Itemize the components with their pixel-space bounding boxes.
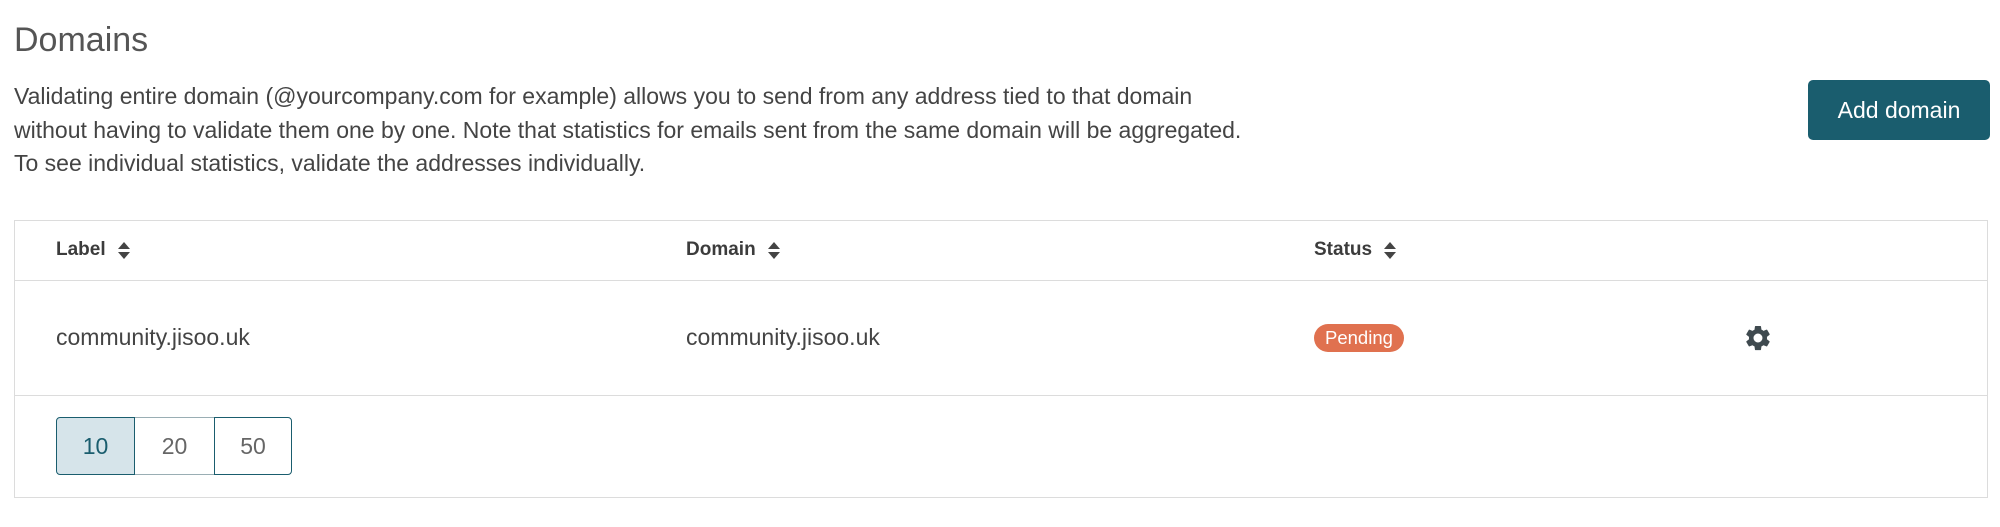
domains-table: Label Domain Status community.jisoo.uk c…	[14, 220, 1988, 498]
status-badge: Pending	[1314, 323, 1404, 352]
column-header-status[interactable]: Status	[1314, 221, 1397, 279]
description-line: without having to validate them one by o…	[14, 116, 1242, 143]
row-status: Pending	[1314, 281, 1404, 394]
gear-icon[interactable]	[1743, 323, 1773, 353]
column-header-label[interactable]: Label	[56, 221, 130, 279]
domains-page: Domains Validating entire domain (@yourc…	[0, 0, 2000, 527]
column-header-domain[interactable]: Domain	[686, 221, 780, 279]
sort-icon	[1384, 241, 1397, 259]
column-header-text: Status	[1314, 239, 1373, 260]
sort-icon	[767, 241, 780, 259]
page-size-10-button[interactable]: 10	[56, 417, 135, 475]
row-actions	[1743, 281, 1773, 394]
column-header-text: Domain	[686, 239, 756, 260]
page-description: Validating entire domain (@yourcompany.c…	[14, 80, 1314, 181]
page-title: Domains	[14, 21, 149, 59]
table-row: community.jisoo.uk community.jisoo.uk Pe…	[15, 281, 1987, 396]
column-header-text: Label	[56, 239, 106, 260]
sort-icon	[117, 241, 130, 259]
page-size-20-button[interactable]: 20	[133, 417, 216, 475]
row-domain: community.jisoo.uk	[686, 324, 880, 350]
table-header: Label Domain Status	[15, 221, 1987, 281]
page-size-selector: 10 20 50	[56, 417, 292, 475]
description-line: To see individual statistics, validate t…	[14, 150, 646, 176]
add-domain-button[interactable]: Add domain	[1808, 80, 1990, 140]
page-size-50-button[interactable]: 50	[214, 417, 292, 475]
description-line: Validating entire domain (@yourcompany.c…	[14, 83, 1193, 109]
row-label: community.jisoo.uk	[56, 324, 250, 350]
